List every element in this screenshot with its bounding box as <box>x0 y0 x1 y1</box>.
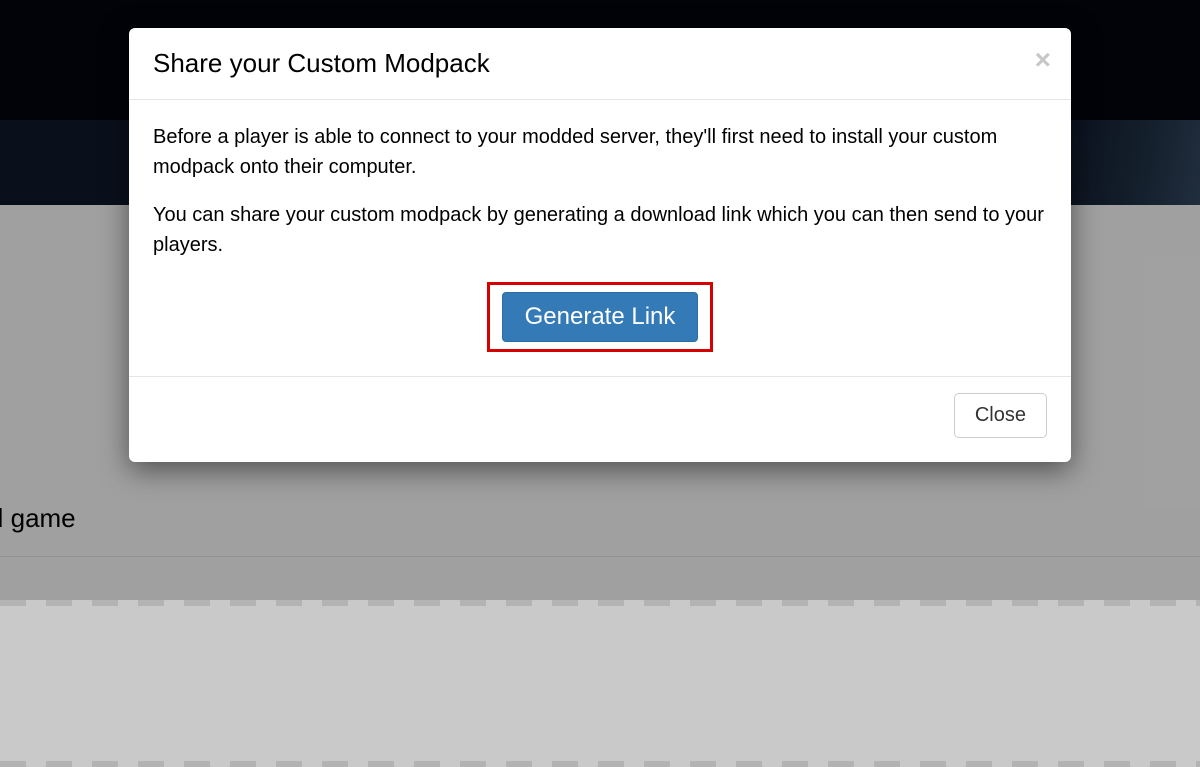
modal-footer: Close <box>129 377 1071 462</box>
background-dashed-line <box>0 600 1200 606</box>
modal-body: Before a player is able to connect to yo… <box>129 100 1071 377</box>
modal-title: Share your Custom Modpack <box>153 48 1047 79</box>
share-modpack-modal: Share your Custom Modpack × Before a pla… <box>129 28 1071 462</box>
close-button[interactable]: Close <box>954 393 1047 438</box>
modal-body-paragraph: Before a player is able to connect to yo… <box>153 122 1047 182</box>
generate-button-wrap: Generate Link <box>153 282 1047 352</box>
modal-header: Share your Custom Modpack × <box>129 28 1071 100</box>
highlight-annotation-box: Generate Link <box>487 282 714 352</box>
modal-body-paragraph: You can share your custom modpack by gen… <box>153 200 1047 260</box>
background-dashed-line <box>0 761 1200 767</box>
close-icon[interactable]: × <box>1035 46 1051 74</box>
generate-link-button[interactable]: Generate Link <box>502 292 699 342</box>
